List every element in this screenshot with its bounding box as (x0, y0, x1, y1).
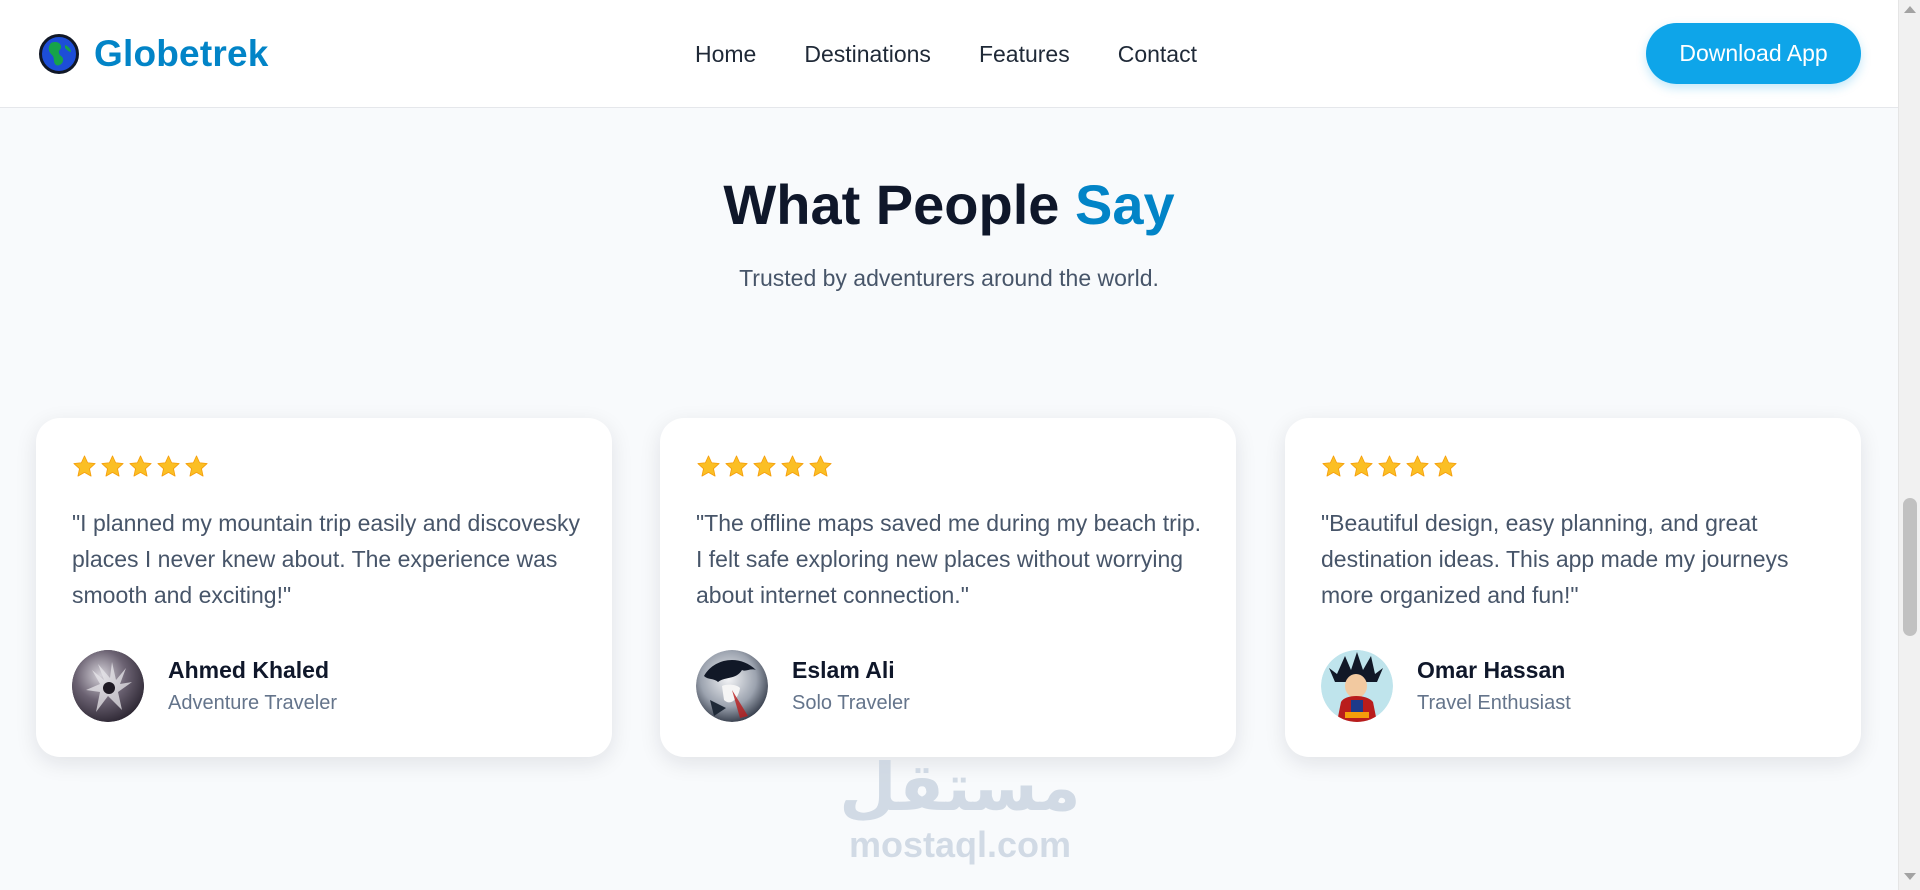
site-header: Globetrek Home Destinations Features Con… (0, 0, 1898, 108)
star-icon (753, 455, 776, 477)
star-icon (101, 455, 124, 477)
nav-link-destinations[interactable]: Destinations (804, 41, 931, 68)
testimonial-author: Ahmed Khaled Adventure Traveler (72, 650, 337, 722)
star-icon (697, 455, 720, 477)
star-icon (1350, 455, 1373, 477)
testimonial-card: "Beautiful design, easy planning, and gr… (1285, 418, 1861, 757)
star-icon (1378, 455, 1401, 477)
author-name: Eslam Ali (792, 657, 895, 683)
star-icon (1406, 455, 1429, 477)
testimonial-author: Eslam Ali Solo Traveler (696, 650, 910, 722)
testimonial-quote: "The offline maps saved me during my bea… (696, 510, 1202, 608)
globe-icon (39, 34, 79, 74)
avatar (696, 650, 768, 722)
author-info: Eslam Ali Solo Traveler (792, 657, 910, 715)
testimonial-quote: "I planned my mountain trip easily and d… (72, 510, 581, 608)
testimonial-quote: "Beautiful design, easy planning, and gr… (1321, 510, 1789, 608)
testimonial-card: "The offline maps saved me during my bea… (660, 418, 1236, 757)
star-icon (157, 455, 180, 477)
author-name: Omar Hassan (1417, 657, 1566, 683)
watermark-latin: mostaql.com (848, 824, 1072, 865)
star-icon (185, 455, 208, 477)
watermark-arabic: مستقل (839, 749, 1081, 826)
avatar (72, 650, 144, 722)
brand-name: Globetrek (94, 33, 269, 74)
star-icon (781, 455, 804, 477)
nav-link-home[interactable]: Home (695, 41, 756, 68)
star-icon (129, 455, 152, 477)
star-rating (72, 454, 209, 479)
main-nav: Home Destinations Features Contact (695, 38, 1197, 70)
author-role: Adventure Traveler (168, 692, 337, 714)
nav-link-contact[interactable]: Contact (1118, 41, 1197, 68)
star-icon (1322, 455, 1345, 477)
scroll-down-icon[interactable] (1904, 873, 1916, 880)
author-role: Solo Traveler (792, 692, 910, 714)
section-subtitle: Trusted by adventurers around the world. (739, 265, 1159, 291)
star-icon (73, 455, 96, 477)
scroll-up-icon[interactable] (1904, 6, 1916, 13)
star-rating (1321, 454, 1458, 479)
scrollbar-thumb[interactable] (1903, 498, 1917, 636)
brand-logo-link[interactable]: Globetrek (38, 32, 269, 76)
avatar (1321, 650, 1393, 722)
testimonial-card: "I planned my mountain trip easily and d… (36, 418, 612, 757)
download-app-button[interactable]: Download App (1646, 23, 1861, 84)
star-icon (1434, 455, 1457, 477)
star-icon (725, 455, 748, 477)
author-info: Omar Hassan Travel Enthusiast (1417, 657, 1571, 715)
watermark: مستقل mostaql.com (820, 752, 1100, 864)
author-info: Ahmed Khaled Adventure Traveler (168, 657, 337, 715)
section-title-accent: Say (1074, 173, 1175, 236)
star-rating (696, 454, 833, 479)
testimonial-author: Omar Hassan Travel Enthusiast (1321, 650, 1571, 722)
nav-link-features[interactable]: Features (979, 41, 1070, 68)
star-icon (809, 455, 832, 477)
author-name: Ahmed Khaled (168, 657, 330, 683)
section-title-main: What People (723, 173, 1075, 236)
page: Globetrek Home Destinations Features Con… (0, 0, 1898, 890)
vertical-scrollbar[interactable] (1898, 0, 1920, 890)
section-title: What People Say (0, 172, 1898, 237)
author-role: Travel Enthusiast (1417, 692, 1571, 714)
